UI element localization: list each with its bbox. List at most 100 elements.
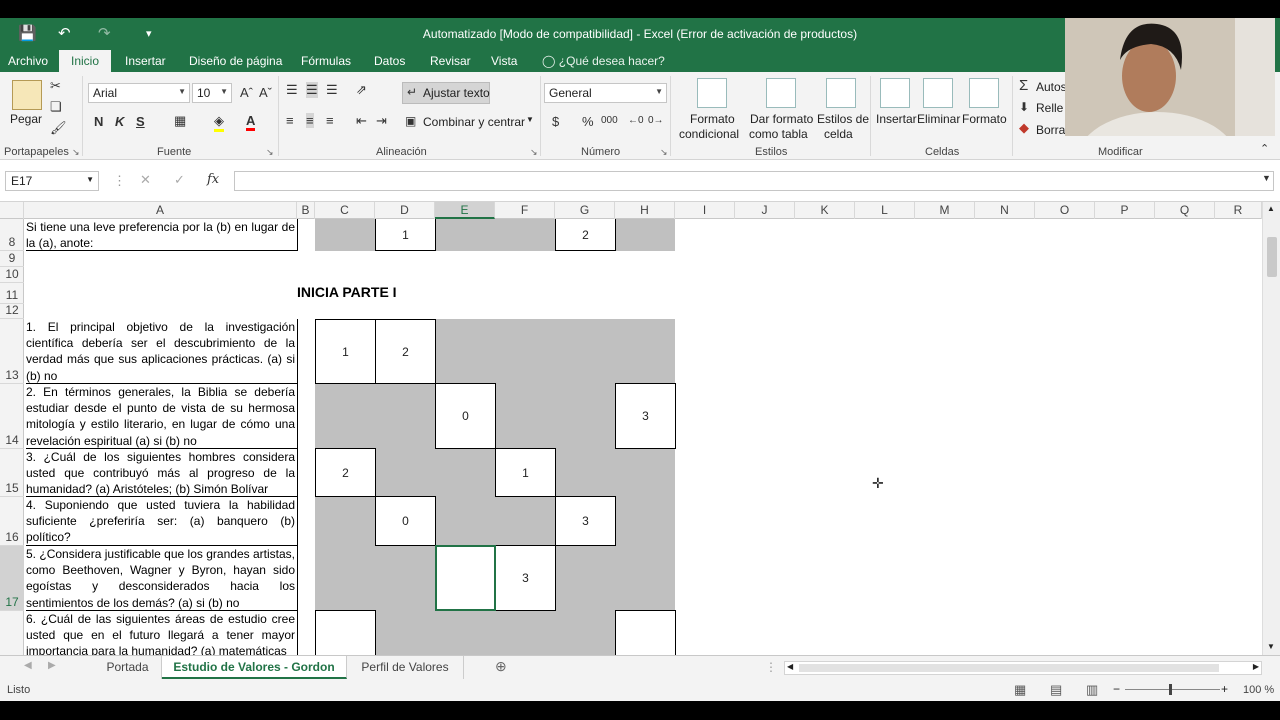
insert-cells-icon[interactable] <box>880 78 910 108</box>
column-header-m[interactable]: M <box>915 202 975 219</box>
vertical-scrollbar[interactable]: ▲ ▼ <box>1262 202 1280 655</box>
worksheet-grid[interactable]: Si tiene una leve preferencia por la (b)… <box>24 219 1262 655</box>
cell-a17[interactable]: 5. ¿Considera justificable que los grand… <box>26 546 298 611</box>
cell-a16[interactable]: 4. Suponiendo que usted tuviera la habil… <box>26 497 298 546</box>
cut-icon[interactable]: ✂ <box>50 78 61 94</box>
insert-cells-button[interactable]: Insertar <box>876 112 917 126</box>
row-header-10[interactable]: 10 <box>0 267 24 283</box>
sheet-tab-estudio[interactable]: Estudio de Valores - Gordon <box>162 656 347 679</box>
conditional-format-label-2[interactable]: condicional <box>679 127 739 141</box>
column-header-k[interactable]: K <box>795 202 855 219</box>
zoom-level[interactable]: 100 % <box>1243 684 1274 696</box>
eraser-icon[interactable]: ◆ <box>1019 120 1029 136</box>
currency-button[interactable]: $ <box>552 114 559 129</box>
copy-icon[interactable]: ❏ <box>50 99 62 115</box>
autosum-icon[interactable]: Σ <box>1019 77 1028 94</box>
cell-a8[interactable]: Si tiene una leve preferencia por la (b)… <box>26 219 298 251</box>
column-header-b[interactable]: B <box>297 202 315 219</box>
vertical-scroll-thumb[interactable] <box>1267 237 1277 277</box>
format-as-table-label-2[interactable]: como tabla <box>749 127 808 141</box>
normal-view-icon[interactable]: ▦ <box>1014 682 1026 698</box>
cell-styles-label[interactable]: Estilos de <box>817 112 869 126</box>
column-header-i[interactable]: I <box>675 202 735 219</box>
row-header-14[interactable]: 14 <box>0 384 24 449</box>
delete-cells-icon[interactable] <box>923 78 953 108</box>
answer-cell-d8[interactable]: 1 <box>375 219 436 251</box>
page-break-icon[interactable]: ▥ <box>1086 682 1098 698</box>
format-cells-icon[interactable] <box>969 78 999 108</box>
row-header-18[interactable] <box>0 611 24 655</box>
font-size-select[interactable]: 10 ▼ <box>192 83 232 103</box>
horizontal-scroll-thumb[interactable] <box>799 664 1219 672</box>
format-as-table-icon[interactable] <box>766 78 796 108</box>
font-color-icon[interactable]: A <box>246 113 256 131</box>
column-header-f[interactable]: F <box>495 202 555 219</box>
number-format-select[interactable]: General ▼ <box>544 83 667 103</box>
cell-a14[interactable]: 2. En términos generales, la Biblia se d… <box>26 384 298 449</box>
align-middle-icon[interactable]: ☰ <box>306 82 318 98</box>
increase-indent-icon[interactable]: ⇥ <box>376 113 387 129</box>
answer-cell-g8[interactable]: 2 <box>555 219 616 251</box>
split-handle-icon[interactable]: ⋮ <box>765 660 777 674</box>
format-cells-button[interactable]: Formato <box>962 112 1007 126</box>
cell-a13[interactable]: 1. El principal objetivo de la investiga… <box>26 319 298 384</box>
fill-color-icon[interactable]: ◈ <box>214 113 224 132</box>
zoom-in-icon[interactable]: + <box>1221 682 1228 696</box>
row-header-8[interactable]: 8 <box>0 219 24 251</box>
conditional-format-icon[interactable] <box>697 78 727 108</box>
paste-icon[interactable] <box>12 80 42 110</box>
column-header-c[interactable]: C <box>315 202 375 219</box>
column-header-d[interactable]: D <box>375 202 435 219</box>
zoom-slider[interactable] <box>1125 689 1220 690</box>
next-sheet-icon[interactable]: ▶ <box>48 660 56 671</box>
answer-cell-d16[interactable]: 0 <box>375 496 436 546</box>
enter-icon[interactable]: ✓ <box>174 172 185 188</box>
insert-function-button[interactable]: fx <box>207 172 219 187</box>
font-name-select[interactable]: Arial ▼ <box>88 83 190 103</box>
collapse-ribbon-icon[interactable]: ⌃ <box>1260 142 1269 155</box>
row-header-9[interactable]: 9 <box>0 251 24 267</box>
scroll-left-icon[interactable]: ◀ <box>787 662 793 671</box>
align-center-icon[interactable]: ≡ <box>306 113 314 128</box>
answer-cell-c13[interactable]: 1 <box>315 319 376 384</box>
chevron-down-icon[interactable]: ▼ <box>526 115 534 124</box>
zoom-out-icon[interactable]: − <box>1113 682 1120 696</box>
fill-button[interactable]: Relle <box>1036 101 1063 115</box>
borders-icon[interactable]: ▦ <box>174 113 186 129</box>
cell-styles-label-2[interactable]: celda <box>824 127 853 141</box>
column-header-g[interactable]: G <box>555 202 615 219</box>
tab-vista[interactable]: Vista <box>491 54 517 68</box>
column-header-a[interactable]: A <box>24 202 297 219</box>
decrease-indent-icon[interactable]: ⇤ <box>356 113 367 129</box>
clipboard-launcher-icon[interactable]: ↘ <box>72 147 80 158</box>
align-right-icon[interactable]: ≡ <box>326 113 334 128</box>
answer-cell-d13[interactable]: 2 <box>375 319 436 384</box>
answer-cell-h18[interactable] <box>615 610 676 655</box>
expand-formula-icon[interactable]: ▼ <box>1262 173 1271 183</box>
column-header-l[interactable]: L <box>855 202 915 219</box>
row-header-12[interactable]: 12 <box>0 303 24 319</box>
tab-inicio[interactable]: Inicio <box>59 50 112 72</box>
bold-button[interactable]: N <box>94 114 103 129</box>
cell-a18[interactable]: 6. ¿Cuál de las siguientes áreas de estu… <box>26 611 298 655</box>
answer-cell-h14[interactable]: 3 <box>615 383 676 449</box>
column-header-e[interactable]: E <box>435 202 495 219</box>
delete-cells-button[interactable]: Eliminar <box>917 112 960 126</box>
font-shrink-icon[interactable]: Aˇ <box>259 85 272 100</box>
answer-cell-f17[interactable]: 3 <box>495 545 556 611</box>
tab-revisar[interactable]: Revisar <box>430 54 471 68</box>
font-grow-icon[interactable]: Aˆ <box>240 85 253 100</box>
cell-styles-icon[interactable] <box>826 78 856 108</box>
column-header-q[interactable]: Q <box>1155 202 1215 219</box>
scroll-up-icon[interactable]: ▲ <box>1267 204 1275 213</box>
fill-icon[interactable]: ⬇ <box>1019 100 1029 114</box>
column-header-n[interactable]: N <box>975 202 1035 219</box>
column-header-h[interactable]: H <box>615 202 675 219</box>
zoom-slider-thumb[interactable] <box>1169 684 1172 695</box>
increase-decimal-icon[interactable]: ←0 <box>628 115 644 126</box>
cell-a15[interactable]: 3. ¿Cuál de los siguientes hombres consi… <box>26 449 298 497</box>
row-header-11[interactable]: 11 <box>0 283 24 304</box>
percent-button[interactable]: % <box>582 114 594 129</box>
number-launcher-icon[interactable]: ↘ <box>660 147 668 158</box>
alignment-launcher-icon[interactable]: ↘ <box>530 147 538 158</box>
